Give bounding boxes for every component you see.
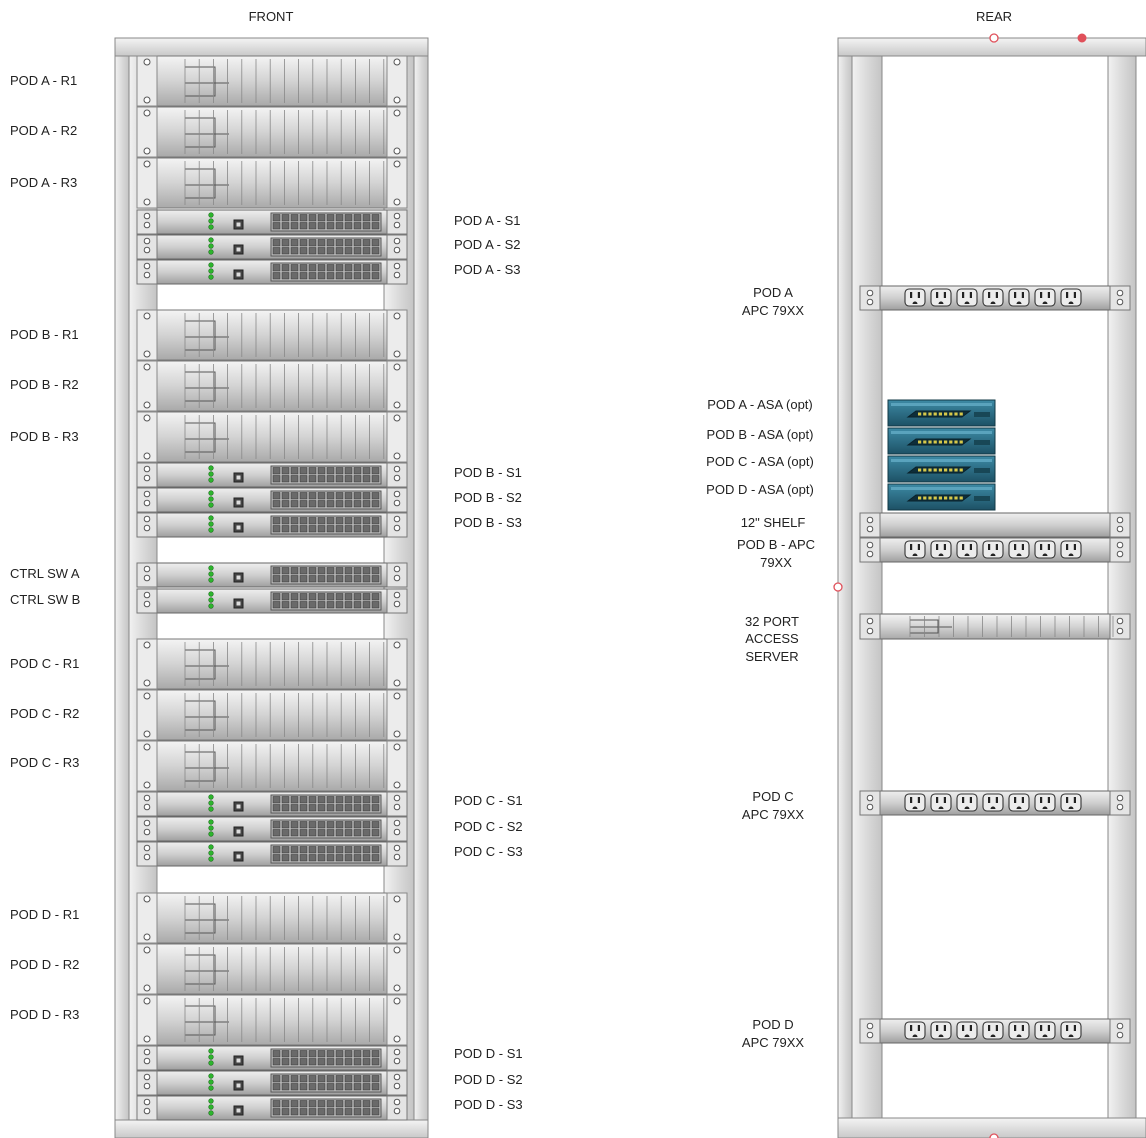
router-pod-d-r1 <box>136 892 408 944</box>
switch-pod-a-s3 <box>136 259 408 285</box>
access-server-label-line2: ACCESS <box>745 631 799 646</box>
switch-label-pod-a-s3: POD A - S3 <box>454 262 520 277</box>
switch-label-pod-b-s1: POD B - S1 <box>454 465 522 480</box>
switch-pod-c-s1 <box>136 791 408 817</box>
front-title: FRONT <box>249 9 294 24</box>
router-label-pod-d-r2: POD D - R2 <box>10 957 79 972</box>
router-pod-b-r3 <box>136 411 408 463</box>
pdu-pod-a <box>859 285 1131 311</box>
connection-marker-top-hollow <box>989 33 999 43</box>
router-pod-a-r2 <box>136 106 408 158</box>
pdu-pod-c-label-line1: POD C <box>752 789 793 804</box>
switch-label-pod-b-s2: POD B - S2 <box>454 490 522 505</box>
pdu-pod-c-label-line2: APC 79XX <box>742 807 804 822</box>
router-label-pod-a-r3: POD A - R3 <box>10 175 77 190</box>
router-label-pod-c-r3: POD C - R3 <box>10 755 79 770</box>
router-pod-d-r3 <box>136 994 408 1046</box>
switch-label-pod-a-s2: POD A - S2 <box>454 237 520 252</box>
router-label-pod-c-r2: POD C - R2 <box>10 706 79 721</box>
rear-title: REAR <box>976 9 1012 24</box>
front-rack-top-bar <box>114 37 429 57</box>
router-label-pod-b-r1: POD B - R1 <box>10 327 79 342</box>
router-label-pod-b-r3: POD B - R3 <box>10 429 79 444</box>
pdu-pod-b <box>859 537 1131 563</box>
switch-pod-d-s2 <box>136 1070 408 1096</box>
shelf-label: 12" SHELF <box>741 515 806 530</box>
switch-pod-b-s1 <box>136 462 408 488</box>
access-server <box>859 613 1131 640</box>
switch-pod-c-s3 <box>136 841 408 867</box>
router-pod-c-r3 <box>136 740 408 792</box>
router-label-pod-c-r1: POD C - R1 <box>10 656 79 671</box>
switch-pod-b-s3 <box>136 512 408 538</box>
router-label-pod-d-r3: POD D - R3 <box>10 1007 79 1022</box>
switch-label-pod-c-s3: POD C - S3 <box>454 844 523 859</box>
router-label-pod-a-r2: POD A - R2 <box>10 123 77 138</box>
asa-label-pod-d: POD D - ASA (opt) <box>706 482 814 497</box>
switch-label-pod-d-s2: POD D - S2 <box>454 1072 523 1087</box>
pdu-pod-d <box>859 1018 1131 1044</box>
pdu-pod-d-label-line2: APC 79XX <box>742 1035 804 1050</box>
control-switch-label-b: CTRL SW B <box>10 592 80 607</box>
pdu-pod-a-label-line2: APC 79XX <box>742 303 804 318</box>
pdu-pod-b-label-line1: POD B - APC <box>737 537 815 552</box>
switch-label-pod-c-s1: POD C - S1 <box>454 793 523 808</box>
switch-label-pod-d-s1: POD D - S1 <box>454 1046 523 1061</box>
router-pod-c-r1 <box>136 638 408 690</box>
router-pod-d-r2 <box>136 943 408 995</box>
rear-rack-right-post <box>1107 55 1137 1121</box>
control-switch-b <box>136 588 408 614</box>
pdu-pod-d-label-line1: POD D <box>752 1017 793 1032</box>
front-rack: FRONT POD A - R1 POD A - R2 POD A - R3 POD … <box>10 9 523 1138</box>
pdu-pod-b-label-line2: 79XX <box>760 555 792 570</box>
switch-label-pod-b-s3: POD B - S3 <box>454 515 522 530</box>
switch-pod-c-s2 <box>136 816 408 842</box>
router-pod-b-r1 <box>136 309 408 361</box>
connection-marker-left <box>833 582 843 592</box>
front-rack-right-outer-rail <box>413 37 429 1138</box>
router-pod-b-r2 <box>136 360 408 412</box>
switch-pod-d-s1 <box>136 1045 408 1071</box>
front-rack-left-outer-rail <box>114 37 130 1138</box>
control-switch-label-a: CTRL SW A <box>10 566 80 581</box>
front-devices <box>136 55 408 1121</box>
rear-devices <box>859 285 1131 1044</box>
access-server-label-line1: 32 PORT <box>745 614 799 629</box>
shelf-12in <box>859 512 1131 538</box>
access-server-label-line3: SERVER <box>745 649 798 664</box>
router-label-pod-a-r1: POD A - R1 <box>10 73 77 88</box>
switch-label-pod-d-s3: POD D - S3 <box>454 1097 523 1112</box>
asa-label-pod-b: POD B - ASA (opt) <box>707 427 814 442</box>
asa-device-pod-b <box>887 427 996 455</box>
rack-diagram: FRONT POD A - R1 POD A - R2 POD A - R3 POD … <box>10 9 1146 1138</box>
rear-rack: REAR POD A APC 79XX POD A - ASA (opt) PO… <box>706 9 1146 1138</box>
rear-rack-left-post <box>851 55 883 1121</box>
connection-marker-top-filled <box>1077 33 1087 43</box>
connection-marker-bottom <box>989 1133 999 1138</box>
switch-label-pod-a-s1: POD A - S1 <box>454 213 520 228</box>
switch-pod-a-s2 <box>136 234 408 260</box>
control-switch-a <box>136 562 408 588</box>
switch-label-pod-c-s2: POD C - S2 <box>454 819 523 834</box>
asa-device-pod-c <box>887 455 996 483</box>
asa-device-pod-d <box>887 483 996 511</box>
switch-pod-a-s1 <box>136 209 408 235</box>
pdu-pod-c <box>859 790 1131 816</box>
asa-label-pod-a: POD A - ASA (opt) <box>707 397 813 412</box>
router-pod-c-r2 <box>136 689 408 741</box>
asa-label-pod-c: POD C - ASA (opt) <box>706 454 814 469</box>
asa-device-pod-a <box>887 399 996 427</box>
front-rack-bottom-bar <box>114 1119 429 1138</box>
pdu-pod-a-label-line1: POD A <box>753 285 793 300</box>
switch-pod-b-s2 <box>136 487 408 513</box>
router-label-pod-d-r1: POD D - R1 <box>10 907 79 922</box>
router-pod-a-r1 <box>136 55 408 107</box>
router-pod-a-r3 <box>136 157 408 209</box>
router-label-pod-b-r2: POD B - R2 <box>10 377 79 392</box>
switch-pod-d-s3 <box>136 1095 408 1121</box>
